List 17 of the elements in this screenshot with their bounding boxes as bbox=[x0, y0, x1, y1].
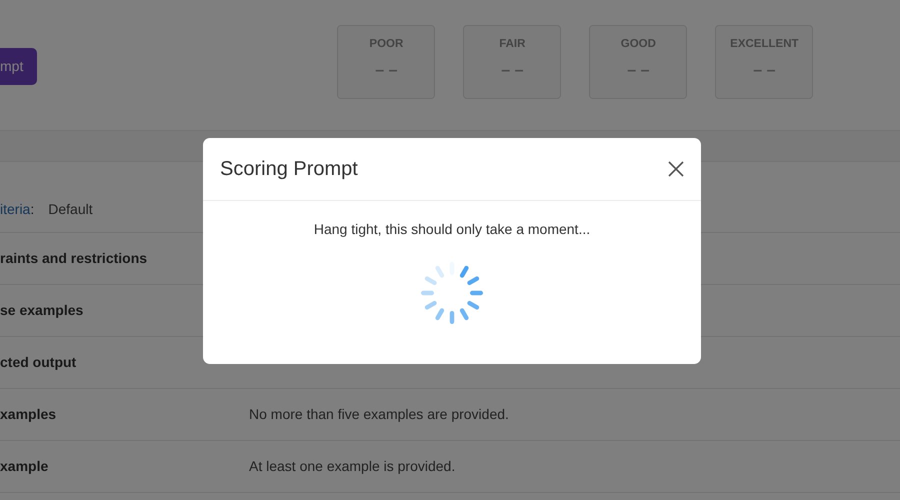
score-value: – – bbox=[501, 61, 524, 82]
criterion-label: cted output bbox=[0, 353, 78, 372]
action-button[interactable]: mpt bbox=[0, 48, 38, 84]
criterion-label: raints and restrictions bbox=[0, 249, 148, 268]
criteria-link[interactable]: iteria bbox=[0, 199, 30, 220]
criterion-description: At least one example is provided. bbox=[249, 457, 456, 476]
score-value: – – bbox=[375, 61, 398, 82]
criterion-label: xample bbox=[0, 457, 50, 476]
criterion-label: se examples bbox=[0, 301, 84, 320]
criteria-separator: : bbox=[30, 200, 34, 219]
criteria-value: Default bbox=[48, 200, 93, 219]
score-value: – – bbox=[627, 61, 650, 82]
criterion-label: xamples bbox=[0, 405, 58, 424]
score-value: – – bbox=[753, 61, 776, 82]
modal-title: Scoring Prompt bbox=[220, 157, 358, 181]
loading-message: Hang tight, this should only take a moment... bbox=[312, 220, 592, 239]
criterion-description: No more than five examples are provided. bbox=[249, 405, 509, 424]
